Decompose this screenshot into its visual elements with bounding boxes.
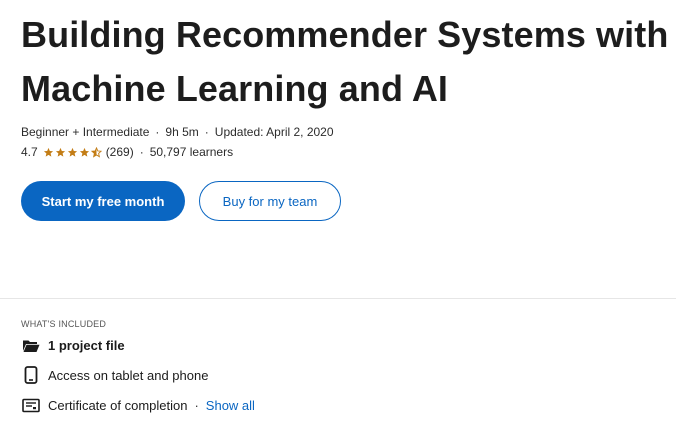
course-updated: Updated: April 2, 2020 [214, 125, 334, 139]
included-item-certificate: Certificate of completion · Show all [21, 390, 661, 420]
course-title: Building Recommender Systems with Machin… [21, 14, 669, 109]
course-duration: 9h 5m [165, 125, 199, 139]
course-meta: Beginner + Intermediate · 9h 5m · Updated: A… [21, 122, 671, 142]
start-free-month-button[interactable]: Start my free month [21, 181, 185, 221]
included-item-label: Access on tablet and phone [48, 367, 209, 383]
course-header: Building Recommender Systems with Machin… [21, 8, 671, 221]
included-item-label: 1 project file [48, 337, 125, 353]
rating-count: (269) [105, 145, 134, 159]
action-buttons: Start my free month Buy for my team [21, 181, 671, 221]
separator-dot: · [194, 397, 199, 413]
star-half-icon [90, 146, 102, 158]
folder-icon [21, 335, 41, 355]
separator-dot: · [155, 125, 160, 139]
certificate-icon [21, 395, 41, 415]
star-icon [67, 147, 77, 157]
section-divider [0, 298, 676, 299]
included-item-tablet-access: Access on tablet and phone [21, 360, 661, 390]
star-icon [43, 147, 53, 157]
rating-row: 4.7 (269) · 50,797 learners [21, 142, 671, 162]
course-level: Beginner + Intermediate [21, 125, 150, 139]
included-item-project-file: 1 project file [21, 330, 661, 360]
separator-dot: · [204, 125, 209, 139]
learners-count: 50,797 learners [149, 145, 234, 159]
whats-included-section: WHAT'S INCLUDED 1 project file Access on… [21, 318, 661, 420]
tablet-icon [21, 365, 41, 385]
buy-for-team-button[interactable]: Buy for my team [199, 181, 341, 221]
included-item-label: Certificate of completion [48, 397, 188, 413]
show-all-link[interactable]: Show all [206, 398, 255, 413]
star-icon [79, 147, 89, 157]
star-icon [55, 147, 65, 157]
whats-included-heading: WHAT'S INCLUDED [21, 319, 107, 329]
separator-dot: · [139, 145, 144, 159]
star-rating [43, 146, 102, 158]
rating-value: 4.7 [21, 145, 38, 159]
